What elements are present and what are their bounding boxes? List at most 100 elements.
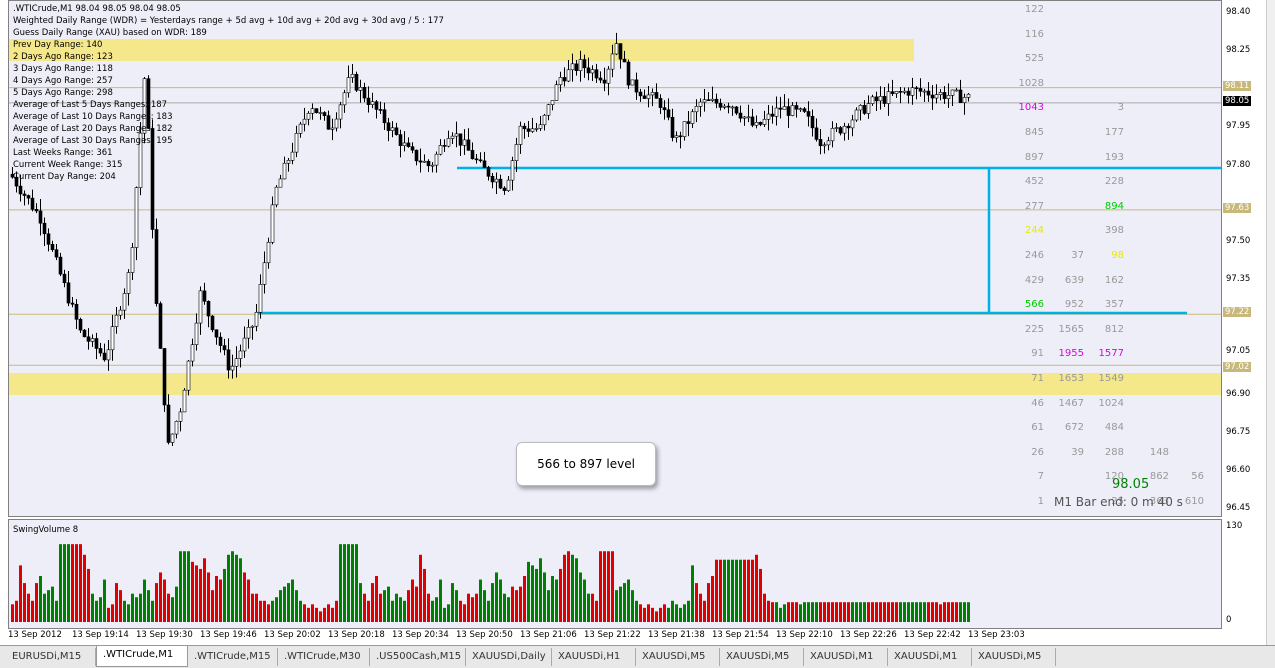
candlestick [658, 94, 663, 115]
swing-volume-bar [167, 593, 170, 622]
candlestick [78, 317, 83, 333]
volume-profile-value: 1028 [1018, 77, 1044, 89]
candlestick [598, 71, 603, 84]
candlestick [654, 83, 659, 99]
price-tick-label: 98.11 [1223, 80, 1252, 91]
swing-volume-bar [23, 583, 26, 622]
swing-volume-bar [703, 600, 706, 622]
price-chart-pane[interactable]: .WTICrude,M1 98.04 98.05 98.04 98.05 Wei… [8, 0, 1222, 517]
candlestick [130, 242, 135, 280]
volume-profile-value: 812 [1104, 323, 1124, 335]
swing-volume-bar [171, 597, 174, 622]
range-stat-line: Average of Last 10 Days Ranges: 183 [13, 112, 173, 122]
indicator-max-label: 130 [1226, 521, 1243, 531]
candlestick [166, 394, 171, 445]
chart-tab[interactable]: EURUSDi,M15 [6, 648, 96, 666]
swing-volume-bar [911, 602, 914, 622]
volume-profile-value: 228 [1104, 176, 1124, 188]
chart-tab[interactable]: .WTICrude,M15 [188, 648, 278, 666]
candlestick [634, 72, 639, 100]
price-axis[interactable]: 98.40 98.25 98.11 98.05 97.95 97.80 97.63 97.50… [1222, 0, 1266, 517]
candlestick [478, 152, 483, 163]
swing-volume-bar [935, 602, 938, 622]
swing-volume-bar [35, 583, 38, 622]
chart-tab[interactable]: XAUUSDi,M5 [720, 648, 804, 666]
chart-tab[interactable]: XAUUSDi,Daily [466, 648, 552, 666]
candlestick [830, 121, 835, 148]
candlestick [434, 151, 439, 173]
chart-tab[interactable]: XAUUSDi,H1 [552, 648, 636, 666]
candlestick [190, 338, 195, 367]
annotation-callout[interactable]: 566 to 897 level [516, 442, 656, 486]
chart-tab[interactable]: .WTICrude,M1 [96, 646, 188, 667]
candlestick [70, 297, 75, 308]
chart-tab[interactable]: XAUUSDi,M5 [636, 648, 720, 666]
candlestick [722, 104, 727, 110]
volume-profile-value: 357 [1104, 299, 1124, 311]
swing-volume-bar [71, 544, 74, 622]
price-tick-label: 97.50 [1226, 235, 1251, 246]
swing-volume-bar [563, 554, 566, 622]
price-tick-label: 97.35 [1226, 274, 1251, 285]
candlestick [750, 108, 755, 128]
swing-volume-bar [455, 590, 458, 622]
candlestick [62, 269, 67, 288]
candlestick [34, 203, 39, 214]
candlestick [818, 129, 823, 155]
time-tick-label: 13 Sep 20:50 [456, 630, 513, 640]
chart-tab[interactable]: .WTICrude,M30 [278, 648, 370, 666]
chart-tab[interactable]: XAUUSDi,M5 [972, 648, 1056, 666]
swing-volume-bar [559, 568, 562, 622]
chart-tab[interactable]: XAUUSDi,M1 [804, 648, 888, 666]
candlestick [462, 129, 467, 155]
swing-volume-bar [479, 579, 482, 622]
candlestick [66, 270, 71, 307]
candlestick [402, 131, 407, 152]
volume-profile-value: 452 [1024, 176, 1044, 188]
swing-volume-bar [215, 576, 218, 622]
swing-volume-bar [879, 602, 882, 622]
candlestick [306, 111, 311, 126]
swing-volume-bar [883, 602, 886, 622]
candlestick [430, 162, 435, 173]
right-scrollbar[interactable] [1266, 0, 1275, 645]
swing-volume-bar [263, 600, 266, 622]
resistance-zone [9, 39, 914, 61]
volume-profile-value: 98 [1111, 250, 1124, 261]
swing-volume-bar [107, 607, 110, 622]
candlestick [42, 217, 47, 246]
swing-volume-pane[interactable]: SwingVolume 8 [8, 519, 1222, 629]
swing-volume-bar [327, 604, 330, 622]
candlestick [362, 82, 367, 103]
range-stat-line: 2 Days Ago Range: 123 [13, 52, 113, 62]
swing-volume-bar [715, 559, 718, 622]
swing-volume-canvas[interactable] [9, 520, 1222, 629]
candlestick [58, 252, 63, 277]
candlestick [690, 109, 695, 128]
candlestick [898, 87, 903, 104]
candlestick [454, 121, 459, 148]
swing-volume-bar [843, 602, 846, 622]
swing-volume-bar [631, 590, 634, 622]
swing-volume-bar [683, 604, 686, 622]
swing-volume-bar [91, 593, 94, 622]
swing-volume-bar [115, 583, 118, 622]
swing-volume-bar [907, 602, 910, 622]
candlestick [742, 116, 747, 126]
swing-volume-bar [731, 559, 734, 622]
candlestick [102, 343, 107, 362]
swing-volume-bar [375, 576, 378, 622]
swing-volume-bar [807, 602, 810, 622]
candlestick [850, 114, 855, 137]
candlestick [290, 142, 295, 165]
volume-profile-value: 246 [1024, 250, 1044, 261]
volume-profile-value: 1043 [1018, 102, 1044, 114]
range-stat-line: Average of Last 30 Days Ranges: 195 [13, 136, 173, 146]
chart-tab[interactable]: XAUUSDi,M1 [888, 648, 972, 666]
chart-tab[interactable]: .US500Cash,M15 [370, 648, 466, 666]
swing-volume-bar [443, 607, 446, 622]
swing-volume-bar [411, 579, 414, 622]
swing-volume-bar [227, 554, 230, 622]
candlestick [502, 186, 507, 195]
swing-volume-bar [47, 590, 50, 622]
